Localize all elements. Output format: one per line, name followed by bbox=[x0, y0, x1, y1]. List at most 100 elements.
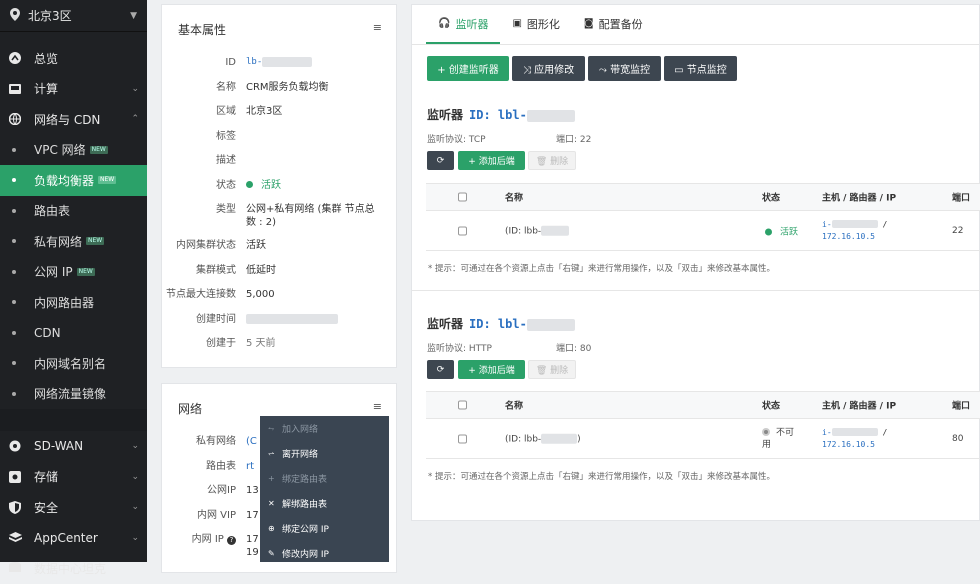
chevron-up-icon: ⌃ bbox=[131, 114, 139, 125]
row-host[interactable]: i- / 172.16.10.5 bbox=[822, 427, 887, 451]
prop-value: 活跃 bbox=[246, 240, 266, 251]
prop-value: 5 天前 bbox=[246, 338, 276, 349]
new-badge: NEW bbox=[98, 176, 117, 185]
new-badge: NEW bbox=[89, 145, 108, 154]
prop-key: 内网 VIP bbox=[197, 509, 236, 521]
menu-icon[interactable]: ≡ bbox=[373, 21, 382, 34]
nav-appcenter[interactable]: AppCenter ⌄ bbox=[0, 523, 147, 554]
menu-item-join-network[interactable]: ⥊ 加入网络 bbox=[260, 416, 389, 441]
menu-item-edit-internal-ip[interactable]: ✎ 修改内网 IP bbox=[260, 541, 389, 566]
col-name: 名称 bbox=[505, 193, 524, 204]
bandwidth-monitor-button[interactable]: ⤳ 带宽监控 bbox=[588, 56, 661, 81]
prop-key: 状态 bbox=[216, 179, 236, 191]
row-checkbox[interactable] bbox=[458, 226, 467, 235]
prop-value: CRM服务负载均衡 bbox=[246, 81, 329, 93]
nav-compute[interactable]: 计算 ⌄ bbox=[0, 74, 147, 105]
col-name: 名称 bbox=[505, 401, 524, 412]
bullet-icon bbox=[12, 391, 16, 396]
prop-key: 名称 bbox=[216, 81, 236, 93]
chevron-down-icon: ⌄ bbox=[131, 502, 139, 513]
table-row[interactable]: (ID: lbb- 活跃 i- / 172.16.10.5 22 bbox=[426, 211, 980, 251]
menu-item-leave-network[interactable]: ⥋ 离开网络 bbox=[260, 441, 389, 466]
apply-changes-button[interactable]: ⤨ 应用修改 bbox=[512, 56, 585, 81]
ip-line: 17 bbox=[246, 534, 259, 545]
listener-protocol: 监听协议: TCP bbox=[427, 135, 486, 145]
nav-label: 网络与 CDN bbox=[34, 112, 101, 127]
nav-internal-router[interactable]: 内网路由器 bbox=[0, 287, 147, 318]
create-listener-button[interactable]: + 创建监听器 bbox=[427, 56, 509, 81]
nav-security[interactable]: 安全 ⌄ bbox=[0, 492, 147, 523]
nav-vpc[interactable]: VPC 网络 NEW bbox=[0, 135, 147, 166]
nav-route-table[interactable]: 路由表 bbox=[0, 196, 147, 227]
nav-public-ip[interactable]: 公网 IP NEW bbox=[0, 257, 147, 288]
node-monitor-button[interactable]: ▭ 节点监控 bbox=[664, 56, 737, 81]
nav-label: 私有网络 bbox=[34, 234, 83, 249]
listener-title-text: 监听器 bbox=[427, 317, 464, 331]
zone-selector[interactable]: 北京3区 ▼ bbox=[0, 0, 147, 32]
bullet-icon bbox=[12, 208, 16, 213]
refresh-button[interactable]: ⟳ bbox=[427, 151, 454, 170]
bullet-icon bbox=[12, 239, 16, 244]
prop-id: ID lb- bbox=[162, 56, 398, 81]
plus-icon: + bbox=[268, 474, 275, 483]
nav-private-network[interactable]: 私有网络 NEW bbox=[0, 226, 147, 257]
row-host[interactable]: i- / 172.16.10.5 bbox=[822, 219, 887, 243]
nav-overview[interactable]: 总览 bbox=[0, 43, 147, 74]
prop-value: 活跃 bbox=[246, 179, 281, 204]
add-backend-button[interactable]: + 添加后端 bbox=[458, 151, 525, 170]
tab-listeners[interactable]: 🎧 监听器 bbox=[426, 5, 501, 44]
prop-value: 13 bbox=[246, 485, 259, 496]
row-name-close: ) bbox=[577, 433, 581, 444]
prop-key: 内网集群状态 bbox=[176, 240, 236, 251]
delete-button[interactable]: 🗑 删除 bbox=[528, 151, 576, 170]
prop-key: 节点最大连接数 bbox=[166, 289, 236, 300]
prop-value: 17 19 bbox=[246, 533, 259, 558]
delete-button[interactable]: 🗑 删除 bbox=[528, 360, 576, 379]
select-all-checkbox[interactable] bbox=[458, 400, 467, 410]
image-icon: ▣ bbox=[512, 18, 522, 29]
nav-storage[interactable]: 存储 ⌄ bbox=[0, 462, 147, 493]
menu-item-unbind-route-table[interactable]: ✕ 解绑路由表 bbox=[260, 491, 389, 516]
menu-item-bind-route-table[interactable]: + 绑定路由表 bbox=[260, 466, 389, 491]
prop-value: lb- bbox=[246, 56, 313, 81]
listener-title-text: 监听器 bbox=[427, 108, 464, 122]
property-list: ID lb- 名称 CRM服务负载均衡 区域 北京3区 标签 描述 状态 活跃 类型 公网… bbox=[162, 56, 398, 362]
redacted-block bbox=[831, 428, 878, 436]
nav-label: 内网域名别名 bbox=[34, 356, 107, 371]
hint-text: * 提示：可通过在各个资源上点击「右键」来进行常用操作，以及「双击」来修改基本属… bbox=[428, 472, 775, 482]
tab-graph[interactable]: ▣ 图形化 bbox=[500, 5, 571, 44]
nav-cdn[interactable]: CDN bbox=[0, 318, 147, 349]
refresh-button[interactable]: ⟳ bbox=[427, 360, 454, 379]
nav-internal-dns[interactable]: 内网域名别名 bbox=[0, 348, 147, 379]
nav-network-cdn[interactable]: 网络与 CDN ⌃ bbox=[0, 104, 147, 135]
nav-datacenter[interactable]: 数据中心坦克 bbox=[0, 553, 147, 584]
menu-item-label: 修改内网 IP bbox=[282, 550, 329, 560]
prop-value[interactable]: rt bbox=[246, 460, 254, 485]
table-row[interactable]: (ID: lbb-) 不可用 i- / 172.16.10.5 80 bbox=[426, 419, 980, 459]
help-icon[interactable]: ? bbox=[227, 536, 236, 545]
redacted-block bbox=[831, 220, 878, 228]
refresh-icon: ⟳ bbox=[436, 155, 445, 166]
nav-load-balancer[interactable]: 负载均衡器 NEW bbox=[0, 165, 147, 196]
prop-tags: 标签 bbox=[162, 130, 398, 155]
select-all-checkbox[interactable] bbox=[458, 192, 467, 202]
col-status: 状态 bbox=[762, 193, 781, 204]
row-port: 80 bbox=[952, 433, 964, 444]
prop-value[interactable]: (C bbox=[246, 435, 257, 460]
bullet-icon bbox=[12, 361, 16, 366]
nav-label: CDN bbox=[34, 325, 61, 340]
prop-key: 路由表 bbox=[206, 460, 236, 472]
nav-sdwan[interactable]: SD-WAN ⌄ bbox=[0, 431, 147, 462]
nav-traffic-mirror[interactable]: 网络流量镜像 bbox=[0, 379, 147, 410]
tab-config-backup[interactable]: ◙ 配置备份 bbox=[572, 5, 655, 44]
menu-item-bind-public-ip[interactable]: ⊕ 绑定公网 IP bbox=[260, 516, 389, 541]
appcenter-icon bbox=[8, 531, 22, 545]
camera-icon: ◙ bbox=[583, 18, 594, 29]
chevron-down-icon: ⌄ bbox=[131, 441, 139, 452]
menu-icon[interactable]: ≡ bbox=[373, 400, 382, 413]
prop-key: 描述 bbox=[216, 155, 236, 166]
add-backend-button[interactable]: + 添加后端 bbox=[458, 360, 525, 379]
row-checkbox[interactable] bbox=[458, 434, 467, 443]
new-badge: NEW bbox=[76, 267, 95, 276]
host-prefix: i- bbox=[822, 219, 832, 229]
